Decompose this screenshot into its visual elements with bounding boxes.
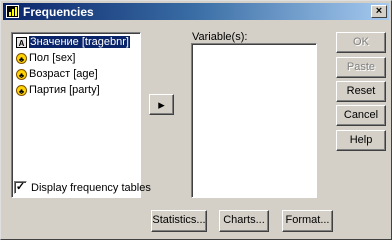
variable-label: Пол [sex] [29,52,76,64]
variable-label: Значение [tragebnr] [29,36,130,48]
variable-label: Возраст [age] [29,68,98,80]
format-button[interactable]: Format... [282,210,333,232]
nominal-variable-icon: ♣ [16,52,27,64]
paste-button[interactable]: Paste [336,57,386,78]
move-variable-button[interactable]: ▸ [149,94,174,115]
variable-item-tragebnr[interactable]: A Значение [tragebnr] [16,35,130,49]
variables-label: Variable(s): [192,31,248,43]
ok-button[interactable]: OK [336,32,386,53]
scale-variable-icon: A [16,36,27,48]
variable-item-sex[interactable]: ♣ Пол [sex] [16,51,76,65]
nominal-variable-icon: ♣ [16,84,27,96]
display-frequency-tables-label[interactable]: Display frequency tables [31,182,151,194]
nominal-variable-icon: ♣ [16,68,27,80]
variable-label: Партия [party] [29,84,100,96]
variable-item-age[interactable]: ♣ Возраст [age] [16,67,98,81]
cancel-button[interactable]: Cancel [336,105,386,126]
variable-item-party[interactable]: ♣ Партия [party] [16,83,100,97]
title-bar: Frequencies × [3,3,389,20]
window-title: Frequencies [23,5,94,19]
spss-app-icon [6,5,19,18]
arrow-right-icon: ▸ [158,97,165,112]
checkmark-icon: ✓ [15,181,26,193]
frequencies-dialog: Frequencies × A Значение [tragebnr] ♣ Пол … [0,0,392,240]
reset-button[interactable]: Reset [336,81,386,102]
target-variable-list[interactable] [191,43,317,198]
close-button[interactable]: × [371,5,387,18]
statistics-button[interactable]: Statistics... [151,210,207,232]
source-variable-list[interactable]: A Значение [tragebnr] ♣ Пол [sex] ♣ Возраст… [11,32,141,198]
help-button[interactable]: Help [336,130,386,151]
charts-button[interactable]: Charts... [219,210,269,232]
display-frequency-tables-checkbox[interactable]: ✓ [14,181,27,194]
